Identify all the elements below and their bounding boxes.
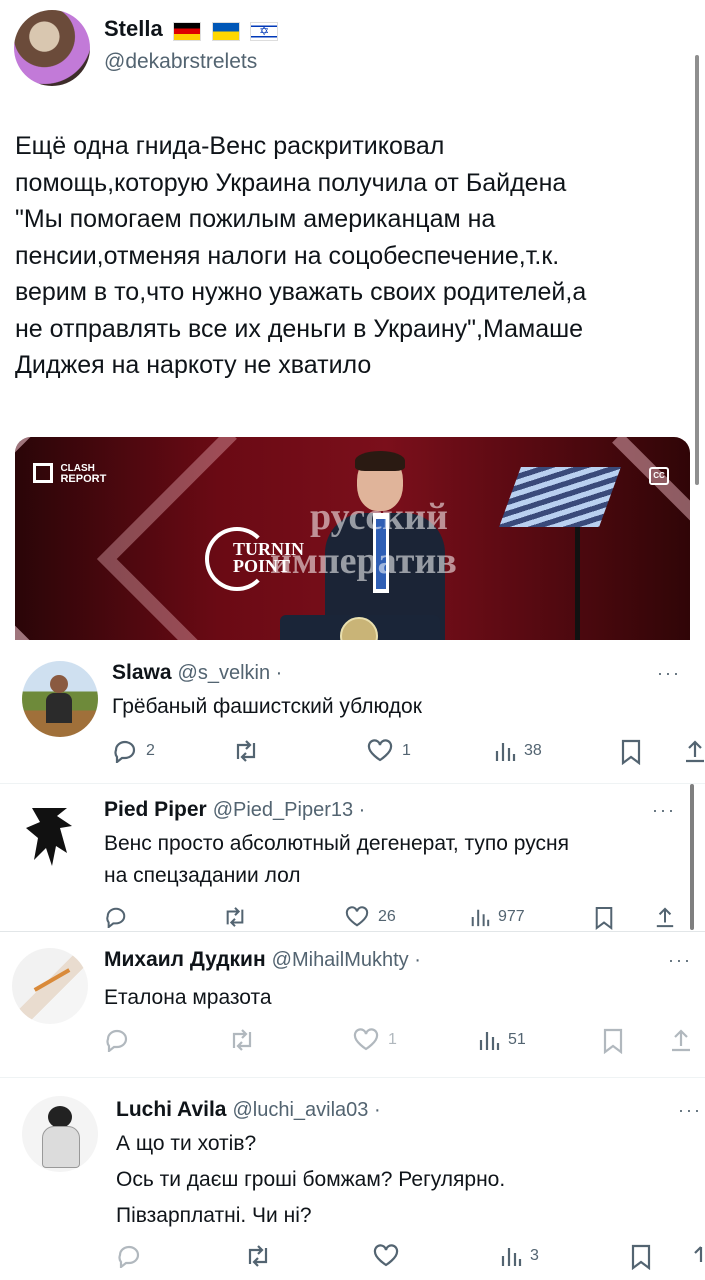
- repost-action[interactable]: [244, 1244, 272, 1268]
- bookmark-icon[interactable]: [620, 739, 642, 765]
- reply-action[interactable]: [104, 906, 128, 928]
- views-count: 38: [524, 742, 542, 759]
- author-name[interactable]: Stella: [104, 16, 163, 41]
- pied-piper-figure-icon: [26, 808, 72, 866]
- views-action[interactable]: 38: [494, 739, 542, 763]
- reply-icon: [114, 740, 136, 763]
- reply-item[interactable]: Slawa @s_velkin · ··· Грёбаный фашистский…: [0, 645, 705, 785]
- avatar[interactable]: [22, 661, 98, 737]
- avatar[interactable]: [22, 1096, 98, 1172]
- reply-text: Грёбаный фашистский ублюдок: [112, 695, 422, 718]
- like-action[interactable]: 1: [366, 739, 411, 763]
- repost-icon: [248, 1245, 268, 1267]
- repost-icon: [236, 740, 256, 762]
- watermark: русский императив: [270, 496, 457, 582]
- reply-text: Венс просто абсолютный дегенерат, тупо р…: [104, 832, 569, 887]
- reply-icon: [106, 1029, 128, 1052]
- reply-text: Еталона мразота: [104, 986, 272, 1009]
- reply-header: Luchi Avila @luchi_avila03 ·: [116, 1098, 381, 1122]
- bookmark-action[interactable]: [602, 1028, 624, 1054]
- reply-text: А що ти хотів? Ось ти даєш гроші бомжам?…: [116, 1132, 506, 1227]
- share-icon: [672, 1029, 690, 1052]
- scrollbar[interactable]: [695, 55, 699, 485]
- like-count: 1: [388, 1031, 397, 1048]
- video-player[interactable]: CLASH REPORT CC TURNIN POINT русский имп…: [15, 437, 690, 640]
- views-count: 977: [498, 908, 525, 925]
- reply-icon: [118, 1245, 140, 1268]
- repost-action[interactable]: [228, 1028, 256, 1052]
- more-options-icon[interactable]: ···: [668, 950, 692, 971]
- heart-icon: [345, 906, 369, 927]
- author-line: Stella: [104, 16, 279, 42]
- views-count: 51: [508, 1031, 526, 1048]
- reply-action[interactable]: [116, 1244, 142, 1268]
- heart-icon: [373, 1244, 399, 1267]
- views-icon: [501, 1248, 522, 1266]
- bookmark-icon[interactable]: [630, 1244, 652, 1270]
- more-options-icon[interactable]: ···: [652, 800, 676, 821]
- more-options-icon[interactable]: ···: [657, 663, 681, 684]
- reply-header: Slawa @s_velkin ·: [112, 661, 282, 685]
- reply-author-name[interactable]: Slawa: [112, 661, 172, 684]
- scrollbar[interactable]: [690, 784, 694, 930]
- reply-author-handle[interactable]: @s_velkin ·: [178, 662, 283, 684]
- reply-item[interactable]: Luchi Avila @luchi_avila03 · ··· А що ти …: [0, 1078, 705, 1280]
- post-text: Ещё одна гнида-Венс раскритиковал помощь…: [15, 132, 587, 379]
- reply-header: Pied Piper @Pied_Piper13 ·: [104, 798, 365, 822]
- more-options-icon[interactable]: ···: [678, 1100, 702, 1121]
- views-action[interactable]: 51: [478, 1028, 526, 1052]
- share-icon[interactable]: [690, 1244, 705, 1270]
- reply-author-handle[interactable]: @Pied_Piper13 ·: [213, 799, 366, 821]
- reply-icon: [106, 907, 126, 928]
- like-action[interactable]: [372, 1244, 400, 1268]
- reply-item[interactable]: Pied Piper @Pied_Piper13 · ··· Венс прост…: [0, 784, 705, 930]
- reply-author-name[interactable]: Pied Piper: [104, 798, 207, 821]
- reply-header: Михаил Дудкин @MihailMukhty ·: [104, 948, 421, 972]
- views-action[interactable]: 977: [470, 906, 525, 928]
- author-handle[interactable]: @dekabrstrelets: [104, 50, 257, 74]
- closed-captions-icon[interactable]: CC: [649, 467, 669, 485]
- bookmark-icon[interactable]: [594, 906, 614, 930]
- reply-author-name[interactable]: Михаил Дудкин: [104, 948, 266, 971]
- reply-action[interactable]: 2: [112, 739, 155, 763]
- repost-action[interactable]: [232, 739, 268, 763]
- like-count: 1: [402, 742, 411, 759]
- repost-action[interactable]: [222, 906, 248, 928]
- like-action[interactable]: 26: [344, 906, 396, 928]
- reply-author-name[interactable]: Luchi Avila: [116, 1098, 226, 1121]
- heart-icon: [367, 739, 393, 762]
- reply-count: 2: [146, 742, 155, 759]
- share-icon[interactable]: [655, 906, 675, 930]
- like-count: 26: [378, 908, 396, 925]
- reply-author-handle[interactable]: @luchi_avila03 ·: [232, 1099, 380, 1121]
- author-avatar[interactable]: [14, 10, 90, 86]
- views-icon: [479, 1032, 500, 1050]
- avatar[interactable]: [12, 798, 88, 874]
- heart-icon: [353, 1028, 379, 1051]
- ukraine-flag-icon: [211, 22, 240, 42]
- share-action[interactable]: [670, 1028, 692, 1054]
- reply-action[interactable]: [104, 1028, 130, 1052]
- reply-item[interactable]: Михаил Дудкин @MihailMukhty · ··· Еталона…: [0, 932, 705, 1076]
- views-icon: [471, 909, 490, 927]
- clash-report-logo: CLASH REPORT: [33, 463, 106, 485]
- views-action[interactable]: 3: [500, 1244, 539, 1268]
- share-icon[interactable]: [684, 739, 705, 765]
- repost-icon: [226, 907, 244, 927]
- like-action[interactable]: 1: [352, 1028, 397, 1052]
- repost-icon: [232, 1029, 252, 1051]
- israel-flag-icon: [250, 22, 279, 42]
- reply-author-handle[interactable]: @MihailMukhty ·: [272, 949, 421, 971]
- teleprompter-stand: [575, 527, 580, 640]
- germany-flag-icon: [173, 22, 202, 42]
- views-count: 3: [530, 1247, 539, 1264]
- bookmark-icon: [603, 1028, 623, 1054]
- views-icon: [495, 743, 516, 761]
- avatar[interactable]: [12, 948, 88, 1024]
